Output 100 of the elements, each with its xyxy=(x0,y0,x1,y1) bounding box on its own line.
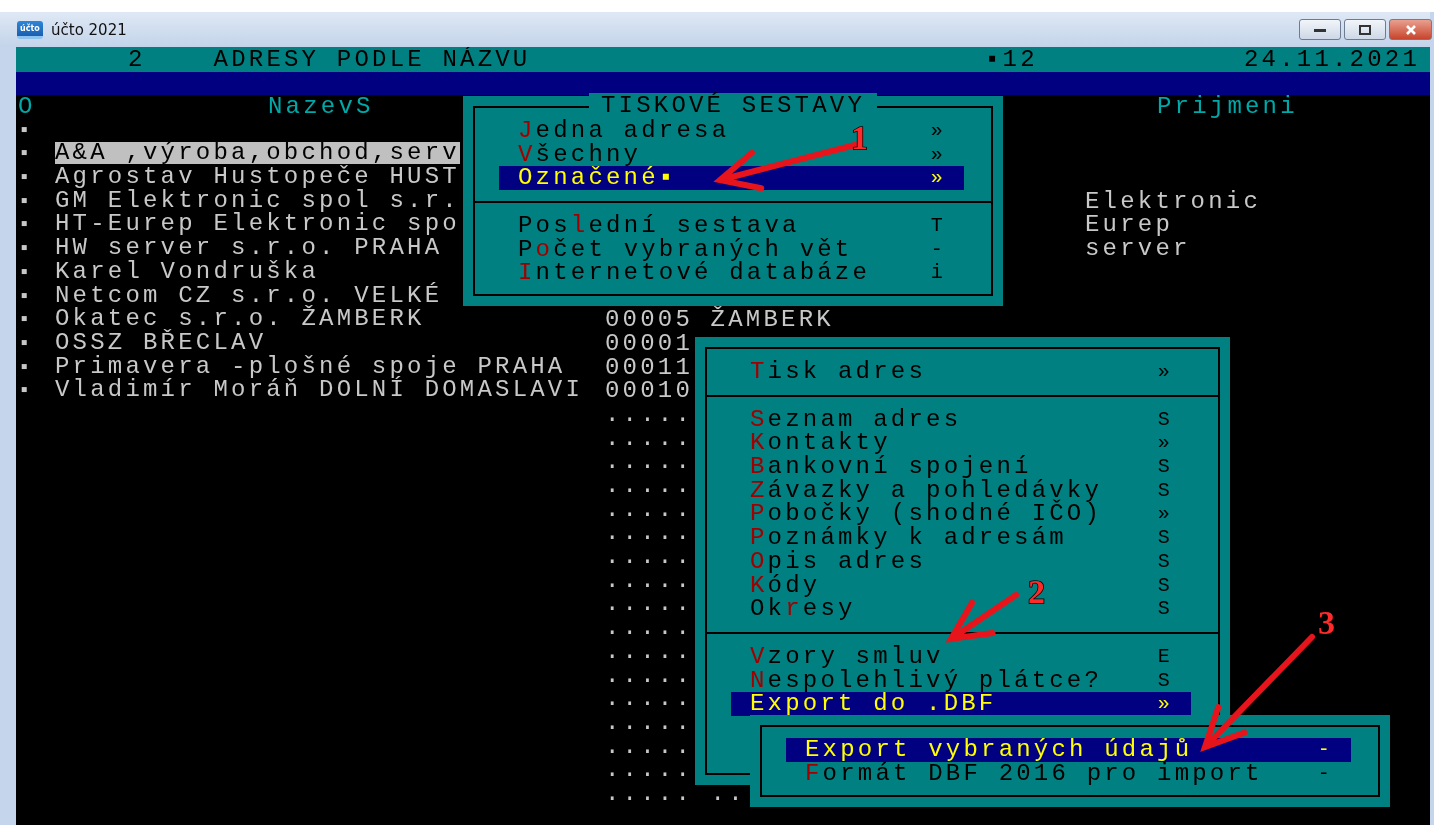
row-marker: ▪ xyxy=(18,308,34,332)
row-marker: ▪ xyxy=(18,331,34,356)
shortcut-key: - xyxy=(1317,761,1333,786)
menu-item[interactable]: E xport do .DBF xyxy=(750,692,997,716)
maximize-icon xyxy=(1358,23,1372,36)
row-marker: ▪ xyxy=(18,213,34,238)
address-name[interactable]: Agrostav Hustopeče HUST xyxy=(55,166,460,188)
shortcut-key: i xyxy=(930,261,946,286)
shortcut-key: - xyxy=(930,237,946,262)
menu-item[interactable]: N espolehlivý plátce? xyxy=(750,668,1103,693)
shortcut-key: - xyxy=(1317,738,1333,762)
shortcut-key: » xyxy=(930,142,946,167)
menu-item[interactable]: K ontakty xyxy=(750,431,891,456)
menu-item[interactable]: P o čet vybraných vět xyxy=(518,237,853,262)
column-header: NazevS xyxy=(267,95,374,119)
address-name[interactable]: Karel Vondruška xyxy=(55,260,320,283)
row-marker: ▪ xyxy=(18,166,34,190)
column-header: O xyxy=(18,95,36,119)
window-title: účto 2021 xyxy=(51,20,128,39)
menu-item[interactable]: O pis adres xyxy=(750,549,927,574)
menu-item[interactable]: Ok r esy xyxy=(750,597,856,621)
shortcut-key: » xyxy=(1157,431,1173,456)
surname: Eurep xyxy=(1085,213,1173,238)
menu-item[interactable]: I nternetové databáze xyxy=(518,261,871,286)
empty-code: ..... xyxy=(605,426,693,451)
shortcut-key: » xyxy=(1157,502,1173,527)
address-name[interactable]: A&A ,výroba,obchod,serv xyxy=(55,142,460,165)
shortcut-key: » xyxy=(930,166,946,191)
shortcut-key: S xyxy=(1157,597,1173,621)
shortcut-key: T xyxy=(930,214,946,238)
row-marker: ▪ xyxy=(18,142,34,167)
minimize-button[interactable] xyxy=(1299,19,1341,40)
empty-code: ..... xyxy=(605,758,693,782)
empty-code: ..... xyxy=(605,710,693,735)
address-code: 00010 xyxy=(605,379,693,403)
shortcut-key: S xyxy=(1157,526,1173,550)
address-code: 00005 ŽAMBERK xyxy=(605,308,834,332)
shortcut-key: S xyxy=(1157,455,1173,479)
surname: Elektronic xyxy=(1085,189,1262,214)
empty-code: ..... xyxy=(605,450,693,474)
menu-item[interactable]: J edna adresa xyxy=(518,119,730,143)
shortcut-key: » xyxy=(930,119,946,143)
row-marker: ▪ xyxy=(18,237,34,261)
row-marker: ▪ xyxy=(18,189,34,214)
menu-item[interactable]: Pos l ední sestava xyxy=(518,214,800,238)
close-icon xyxy=(1403,23,1418,36)
row-marker: ▪ xyxy=(18,118,34,143)
maximize-button[interactable] xyxy=(1344,19,1386,40)
shortcut-key: S xyxy=(1157,573,1173,598)
address-name[interactable]: GM Elektronic spol s.r. xyxy=(55,189,460,212)
menu-item[interactable]: S eznam adres xyxy=(750,407,962,432)
app-icon: účto xyxy=(17,20,43,39)
row-marker: ▪ xyxy=(18,284,34,309)
menu-item[interactable]: P oznámky k adresám xyxy=(750,526,1067,550)
address-name[interactable]: OSSZ BŘECLAV xyxy=(55,331,267,354)
empty-code: ..... xyxy=(605,545,693,569)
menu-item[interactable]: F ormát DBF 2016 pro import xyxy=(805,761,1263,786)
menu-item[interactable]: V zory smluv xyxy=(750,644,944,669)
date: 24.11.2021 xyxy=(1243,47,1421,72)
shortcut-key: » xyxy=(1157,692,1173,716)
menu-item[interactable]: O značené▪ xyxy=(518,166,677,191)
row-marker: ▪ xyxy=(18,379,34,403)
empty-code: ..... xyxy=(605,639,693,664)
screen-number: 2 xyxy=(128,47,146,72)
column-header: Prijmeni xyxy=(1156,95,1298,119)
menu-item[interactable]: V šechny xyxy=(518,142,642,167)
empty-code: ..... xyxy=(605,663,693,688)
menu-item[interactable]: T isk adres xyxy=(750,360,927,384)
annotation-number: 1 xyxy=(851,119,872,156)
empty-code: ..... xyxy=(605,497,693,522)
empty-code: ..... xyxy=(605,734,693,759)
empty-code: ..... xyxy=(605,592,693,617)
menu-item[interactable]: K ódy xyxy=(750,573,821,598)
shortcut-key: S xyxy=(1157,549,1173,574)
shortcut-key: S xyxy=(1157,478,1173,503)
empty-code: ..... xyxy=(605,568,693,593)
menu-item[interactable]: B ankovní spojení xyxy=(750,455,1032,479)
address-name[interactable]: HW server s.r.o. PRAHA xyxy=(55,237,443,259)
shortcut-key: E xyxy=(1157,644,1173,669)
shortcut-key: S xyxy=(1157,668,1173,693)
annotation-number: 3 xyxy=(1318,604,1339,641)
address-code: 00011 xyxy=(605,355,693,380)
empty-code: ..... xyxy=(605,521,693,546)
menu-item[interactable]: E xport vybraných údajů xyxy=(805,738,1193,762)
empty-code: ..... xyxy=(605,687,693,711)
empty-code: ..... xyxy=(605,474,693,498)
empty-code: ..... .. xyxy=(605,781,746,806)
empty-code: ..... xyxy=(605,616,693,640)
shortcut-key: S xyxy=(1157,407,1173,432)
row-marker: ▪ xyxy=(18,260,34,285)
annotation-number: 2 xyxy=(1028,573,1049,610)
record-count: ▪12 xyxy=(984,47,1038,72)
address-code: 00001 xyxy=(605,331,693,356)
address-name[interactable]: HT-Eurep Elektronic spo xyxy=(55,213,460,236)
surname: server xyxy=(1085,237,1191,261)
address-name[interactable]: Primavera -plošné spoje PRAHA xyxy=(55,355,566,378)
shortcut-key: » xyxy=(1157,360,1173,384)
row-marker: ▪ xyxy=(18,355,34,380)
close-button[interactable] xyxy=(1389,19,1432,40)
empty-code: ..... xyxy=(605,402,693,427)
